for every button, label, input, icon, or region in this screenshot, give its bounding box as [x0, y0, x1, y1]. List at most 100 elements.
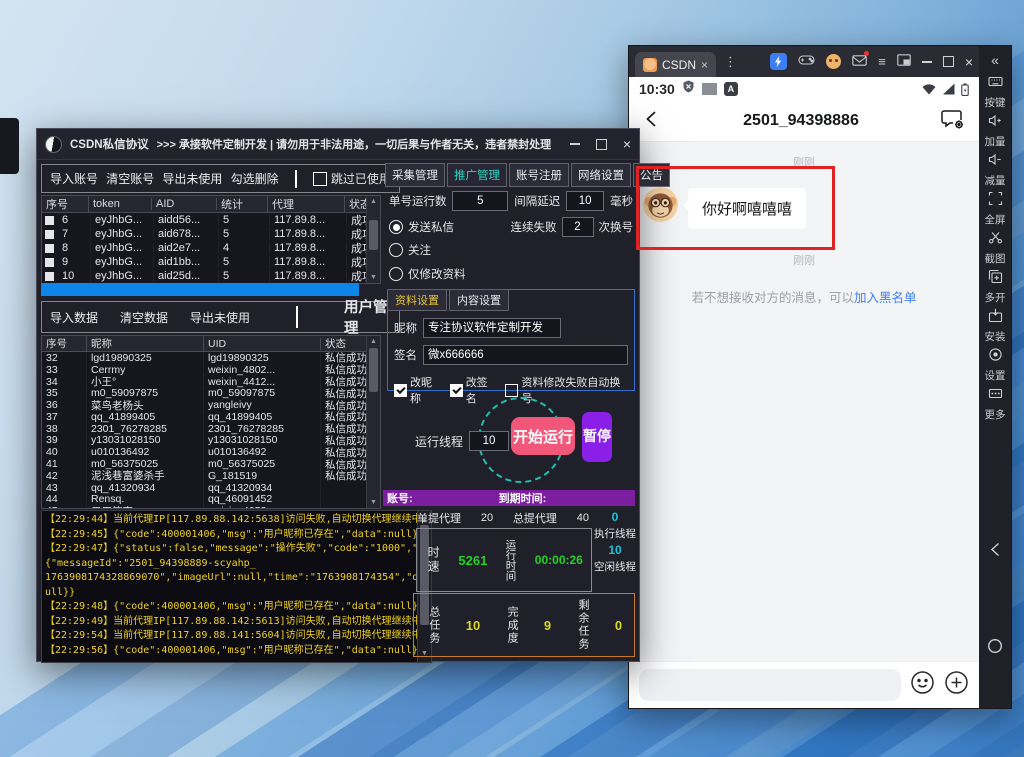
user-row[interactable]: 43qq_41320934qq_41320934 [42, 482, 380, 494]
sidebar-tool-更多[interactable]: 更多 [985, 386, 1006, 422]
scroll-up-icon[interactable]: ▲ [367, 338, 380, 345]
log-console[interactable]: 【22:29:44】当前代理IP[117.89.88.142:5638]访问失败… [41, 510, 432, 663]
collapse-icon[interactable]: « [991, 52, 999, 68]
clear-data-button[interactable]: 清空数据 [120, 309, 168, 326]
checkbox-icon[interactable] [394, 384, 407, 397]
close-icon[interactable]: × [965, 55, 973, 69]
account-row[interactable]: 7eyJhbG...aid678...5117.89.8...成功 [42, 227, 380, 241]
export-unused-data-button[interactable]: 导出未使用 [190, 309, 250, 326]
browser-tab[interactable]: CSDN × [635, 52, 716, 77]
row-checkbox-icon[interactable] [45, 258, 54, 267]
gamepad-icon[interactable] [798, 53, 815, 71]
monkey-app-icon[interactable] [826, 54, 841, 69]
sidebar-tool-安装[interactable]: 安装 [985, 308, 1006, 344]
minimize-icon[interactable] [922, 61, 932, 63]
boost-icon[interactable] [770, 53, 787, 70]
radio-icon[interactable] [389, 220, 403, 234]
checkbox-icon[interactable] [313, 172, 327, 186]
back-icon[interactable] [643, 110, 661, 133]
scroll-down-icon[interactable]: ▼ [367, 499, 380, 506]
col-header[interactable]: 统计 [217, 196, 268, 212]
col-header[interactable]: 昵称 [87, 336, 204, 351]
radio-follow-row[interactable]: 关注 [389, 242, 633, 258]
col-header[interactable]: AID [152, 198, 217, 210]
message-settings-icon[interactable] [941, 108, 965, 135]
user-row[interactable]: 42泥浅巷富婆杀手G_181519私信成功 [42, 470, 380, 482]
sidebar-tool-减量[interactable]: 减量 [985, 152, 1006, 188]
selected-row-bar[interactable] [41, 283, 359, 296]
scroll-thumb[interactable] [369, 220, 378, 250]
tab-collect[interactable]: 采集管理 [385, 163, 445, 187]
checkbox-icon[interactable] [505, 384, 518, 397]
row-checkbox-icon[interactable] [45, 272, 54, 281]
scrollbar[interactable]: ▲ ▼ [366, 336, 380, 508]
tab-content-setting[interactable]: 内容设置 [449, 289, 509, 311]
blacklist-link[interactable]: 加入黑名单 [854, 291, 917, 305]
tab-promote[interactable]: 推广管理 [447, 163, 507, 187]
col-header[interactable]: 代理 [268, 196, 345, 212]
col-header[interactable]: UID [204, 338, 321, 350]
skip-used-checkbox[interactable]: 跳过已使用 [313, 170, 391, 187]
account-row[interactable]: 6eyJhbG...aidd56...5117.89.8...成功 [42, 213, 380, 227]
menu-icon[interactable]: ≡ [878, 55, 886, 68]
tab-menu-icon[interactable]: ⋮ [724, 55, 737, 68]
sidebar-tool-加量[interactable]: 加量 [985, 113, 1006, 149]
radio-profile-row[interactable]: 仅修改资料 [389, 266, 633, 282]
sidebar-tool-按键[interactable]: 按键 [985, 74, 1006, 110]
clear-accounts-button[interactable]: 清空账号 [106, 170, 154, 187]
nav-home-icon[interactable] [979, 638, 1011, 654]
account-row[interactable]: 10eyJhbG...aid25d...5117.89.8...成功 [42, 269, 380, 283]
minimize-icon[interactable] [570, 143, 580, 145]
account-row[interactable]: 8eyJhbG...aid2e7...4117.89.8...成功 [42, 241, 380, 255]
sidebar-tool-多开[interactable]: 多开 [985, 269, 1006, 305]
checkbox-icon[interactable] [450, 384, 463, 397]
row-checkbox-icon[interactable] [45, 216, 54, 225]
radio-icon[interactable] [389, 267, 403, 281]
radio-icon[interactable] [389, 243, 403, 257]
maximize-icon[interactable] [943, 56, 954, 67]
col-header[interactable]: 序号 [42, 336, 87, 351]
col-header[interactable]: 序号 [42, 196, 89, 212]
sidebar-tool-全屏[interactable]: 全屏 [985, 191, 1006, 227]
radio-send-message[interactable]: 发送私信 [389, 219, 454, 235]
delete-checked-button[interactable]: 勾选删除 [231, 170, 279, 187]
change-sign-checkbox[interactable]: 改签名 [450, 374, 498, 406]
user-row[interactable]: 45只用笑声weixin_4053 [42, 505, 380, 509]
sidebar-tool-截图[interactable]: 截图 [985, 230, 1006, 266]
message-input[interactable] [639, 669, 901, 701]
change-nick-checkbox[interactable]: 改昵称 [394, 374, 442, 406]
close-icon[interactable]: × [623, 137, 631, 151]
row-checkbox-icon[interactable] [45, 244, 54, 253]
mail-icon[interactable] [852, 53, 867, 71]
user-manage-button[interactable]: 用户管理 [344, 296, 391, 338]
maximize-icon[interactable] [596, 139, 607, 150]
import-accounts-button[interactable]: 导入账号 [50, 170, 98, 187]
desktop-icon[interactable] [0, 118, 19, 174]
import-data-button[interactable]: 导入数据 [50, 309, 98, 326]
row-checkbox-icon[interactable] [45, 230, 54, 239]
pip-icon[interactable] [897, 53, 911, 71]
tab-network[interactable]: 网络设置 [571, 163, 631, 187]
scroll-thumb[interactable] [369, 348, 378, 392]
signature-input[interactable]: 微x666666 [423, 345, 628, 365]
tab-register[interactable]: 账号注册 [509, 163, 569, 187]
thread-input[interactable]: 10 [469, 431, 509, 451]
export-unused-button[interactable]: 导出未使用 [162, 170, 222, 187]
emoji-icon[interactable] [910, 670, 935, 700]
pause-button[interactable]: 暂停 [582, 412, 612, 462]
run-count-input[interactable]: 5 [452, 191, 508, 211]
col-header[interactable]: token [89, 198, 152, 210]
nav-back-icon[interactable] [979, 541, 1011, 558]
delay-input[interactable]: 10 [566, 191, 604, 211]
start-run-button[interactable]: 开始运行 [511, 417, 575, 455]
plus-icon[interactable] [944, 670, 969, 700]
tab-close-icon[interactable]: × [701, 58, 708, 72]
scroll-down-icon[interactable]: ▼ [367, 274, 380, 281]
fail-input[interactable]: 2 [562, 217, 594, 237]
tab-profile-setting[interactable]: 资料设置 [387, 289, 447, 311]
scrollbar[interactable]: ▲ ▼ [366, 196, 380, 283]
sidebar-tool-设置[interactable]: 设置 [985, 347, 1006, 383]
nickname-input[interactable]: 专注协议软件定制开发 [423, 318, 561, 338]
scroll-up-icon[interactable]: ▲ [367, 198, 380, 205]
account-row[interactable]: 9eyJhbG...aid1bb...5117.89.8...成功 [42, 255, 380, 269]
